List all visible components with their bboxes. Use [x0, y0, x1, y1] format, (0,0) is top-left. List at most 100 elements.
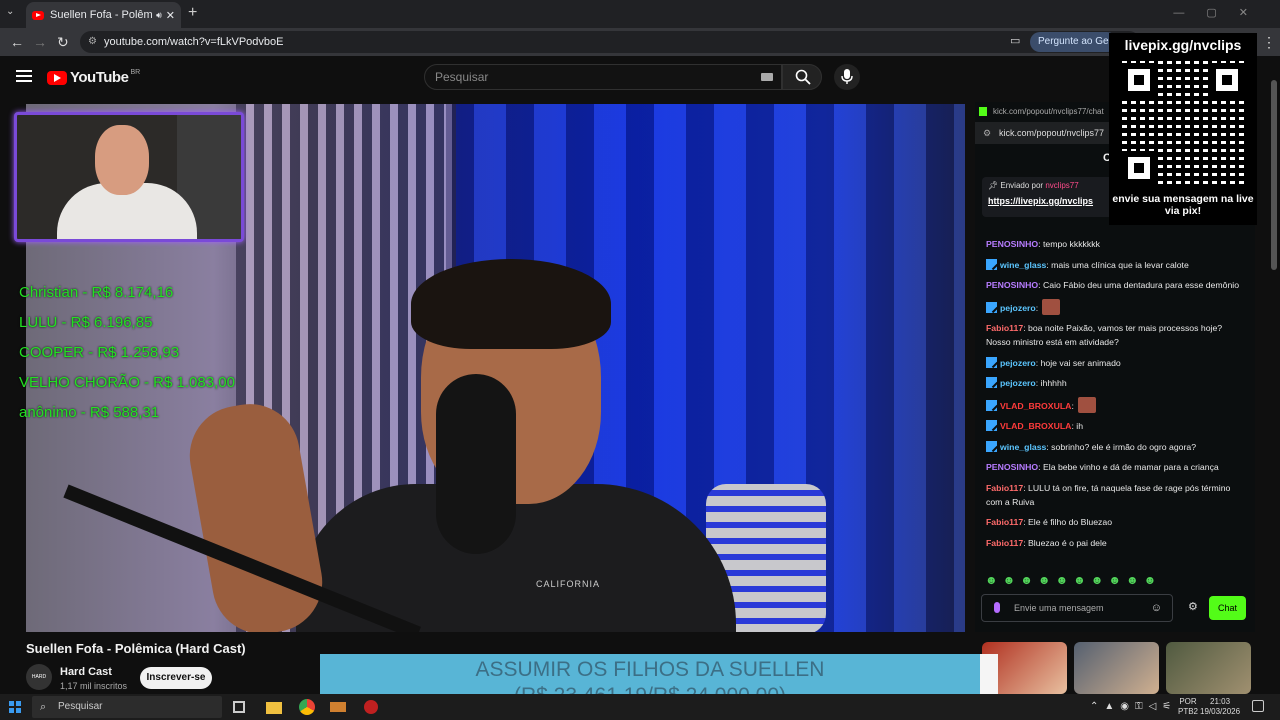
chat-message-list: PENOSINHO: tempo kkkkkkk wine_glass: mais…	[986, 237, 1248, 556]
chat-username[interactable]: Fabio117	[986, 323, 1023, 333]
podcast-microphone	[436, 374, 516, 554]
forward-icon[interactable]: →	[33, 34, 47, 50]
tab-close-icon[interactable]: ✕	[166, 9, 175, 22]
goal-title: ASSUMIR OS FILHOS DA SUELLEN	[475, 658, 825, 681]
reload-icon[interactable]: ↻	[57, 34, 69, 51]
qr-finder-pattern	[1122, 63, 1156, 97]
qr-finder-pattern	[1122, 151, 1156, 185]
chat-username[interactable]: pejozero	[1000, 303, 1036, 313]
task-view-icon[interactable]	[233, 701, 245, 713]
youtube-header: YouTube BR Pesquisar	[0, 56, 1280, 100]
youtube-logo[interactable]: YouTube BR	[47, 69, 140, 86]
voice-search-button[interactable]	[834, 64, 860, 90]
qr-code	[1118, 59, 1248, 189]
clock-time: 21:03	[1210, 697, 1231, 706]
chat-message: Fabio117: LULU tá on fire, tá naquela fa…	[986, 481, 1248, 509]
chat-message-text: : ih	[1071, 421, 1084, 431]
pinned-by-user: nvclips77	[1045, 181, 1079, 190]
chat-username[interactable]: Fabio117	[986, 538, 1023, 548]
taskbar-app-icon[interactable]	[330, 702, 346, 712]
back-icon[interactable]: ←	[10, 34, 24, 50]
youtube-favicon-icon	[32, 10, 44, 20]
video-thumbnail[interactable]	[1074, 642, 1159, 694]
chat-message: pejozero:	[986, 298, 1248, 315]
chat-message-input[interactable]: Envie uma mensagem ☺	[981, 594, 1173, 622]
windows-start-icon[interactable]	[9, 701, 21, 713]
subscriber-badge-icon	[986, 399, 997, 411]
emote-bar[interactable]: ☻☻☻☻☻☻☻☻☻☻	[985, 573, 1161, 587]
search-button[interactable]	[782, 64, 822, 90]
chat-username[interactable]: wine_glass	[1000, 260, 1046, 270]
menu-dots-icon[interactable]: ⋮	[1262, 34, 1276, 51]
send-chat-button[interactable]: Chat	[1209, 596, 1246, 620]
notification-icon[interactable]	[1252, 700, 1264, 712]
file-explorer-icon[interactable]	[266, 702, 282, 714]
chat-message: VLAD_BROXULA: ih	[986, 419, 1248, 433]
chat-message: VLAD_BROXULA:	[986, 396, 1248, 413]
chat-username[interactable]: wine_glass	[1000, 442, 1046, 452]
chat-input-placeholder: Envie uma mensagem	[1014, 603, 1104, 613]
chat-emote-image	[1077, 396, 1096, 413]
qr-title: livepix.gg/nvclips	[1124, 37, 1242, 53]
window-controls[interactable]: —▢✕	[1173, 6, 1270, 19]
subscribe-button[interactable]: Inscrever-se	[140, 667, 212, 689]
chat-username[interactable]: PENOSINHO	[986, 462, 1038, 472]
gemini-button[interactable]: Pergunte ao Ge	[1030, 32, 1117, 52]
chat-message-text: : ihhhhh	[1035, 378, 1067, 388]
pinned-message[interactable]: 📌︎ Enviado por nvclips77 https://livepix…	[982, 177, 1120, 217]
url-field[interactable]: ⚙ youtube.com/watch?v=fLkVPodvboE	[80, 31, 1140, 53]
qr-caption: envie sua mensagem na live via pix!	[1112, 193, 1254, 217]
donor-entry: VELHO CHORÃO - R$ 1.083,00	[19, 374, 235, 391]
chat-message: PENOSINHO: Caio Fábio deu uma dentadura …	[986, 278, 1248, 292]
webcam-face	[95, 125, 149, 195]
taskbar-search[interactable]: ⌕ Pesquisar	[32, 696, 222, 718]
input-language[interactable]: POR PTB2	[1178, 697, 1198, 717]
site-settings-icon[interactable]: ⚙	[983, 122, 991, 144]
chat-message-text: : sobrinho? ele é irmão do ogro agora?	[1046, 441, 1197, 452]
chat-message: Fabio117: boa noite Paixão, vamos ter ma…	[986, 321, 1248, 349]
chat-message-text: : mais uma clínica que ia levar calote	[1046, 259, 1189, 270]
chat-username[interactable]: PENOSINHO	[986, 280, 1038, 290]
speaker-icon[interactable]: 🔊︎	[156, 10, 162, 21]
chrome-icon[interactable]	[299, 699, 315, 715]
scrollbar-thumb[interactable]	[1271, 80, 1277, 270]
taskbar-app-icon[interactable]	[364, 700, 378, 714]
chat-message: pejozero: ihhhhh	[986, 376, 1248, 390]
host-hair	[411, 259, 611, 349]
donor-entry: anônimo - R$ 588,31	[19, 404, 160, 421]
chat-username[interactable]: PENOSINHO	[986, 239, 1038, 249]
cast-icon[interactable]: ▭	[1010, 34, 1020, 47]
chat-username[interactable]: VLAD_BROXULA	[1000, 421, 1071, 431]
keyboard-icon[interactable]	[761, 73, 773, 81]
chat-username[interactable]: Fabio117	[986, 483, 1023, 493]
chat-username[interactable]: pejozero	[1000, 378, 1036, 388]
site-info-icon[interactable]: ⚙	[88, 31, 97, 53]
hamburger-menu-icon[interactable]	[16, 70, 32, 82]
search-input[interactable]: Pesquisar	[424, 64, 782, 90]
emoji-icon[interactable]: ☺	[1151, 595, 1162, 621]
channel-name[interactable]: Hard Cast	[60, 666, 112, 678]
donor-entry: LULU - R$ 6.196,85	[19, 314, 153, 331]
search-icon	[795, 69, 811, 85]
chat-message-text: :	[1071, 400, 1074, 411]
lang-code: POR	[1179, 697, 1197, 706]
channel-avatar[interactable]: HARD CAST	[26, 664, 52, 706]
chat-message-text: : tempo kkkkkkk	[1038, 239, 1100, 249]
chat-settings-gear-icon[interactable]: ⚙	[1188, 600, 1198, 613]
new-tab-button[interactable]: +	[188, 4, 197, 22]
taskbar-clock[interactable]: 21:03 19/03/2026	[1200, 697, 1240, 717]
donor-leaderboard: Christian - R$ 8.174,16 LULU - R$ 6.196,…	[19, 278, 235, 428]
qr-finder-pattern	[1210, 63, 1244, 97]
chat-username[interactable]: pejozero	[1000, 358, 1036, 368]
chat-username[interactable]: VLAD_BROXULA	[1000, 401, 1071, 411]
chat-username[interactable]: Fabio117	[986, 517, 1023, 527]
pinned-link[interactable]: https://livepix.gg/nvclips	[988, 196, 1114, 206]
subscriber-badge-icon	[986, 440, 997, 452]
chat-message-text: : Bluezao é o pai dele	[1023, 537, 1107, 548]
page-scrollbar[interactable]	[1270, 60, 1278, 700]
video-thumbnail[interactable]	[1166, 642, 1251, 694]
tab-search-icon[interactable]: ⌄	[6, 6, 14, 17]
browser-tab[interactable]: Suellen Fofa - Polêmica (Ha 🔊︎ ✕	[26, 2, 181, 28]
system-tray-icons[interactable]: ⌃▲◉⚿◁⚟	[1090, 701, 1177, 712]
microphone-icon[interactable]	[994, 602, 1000, 613]
